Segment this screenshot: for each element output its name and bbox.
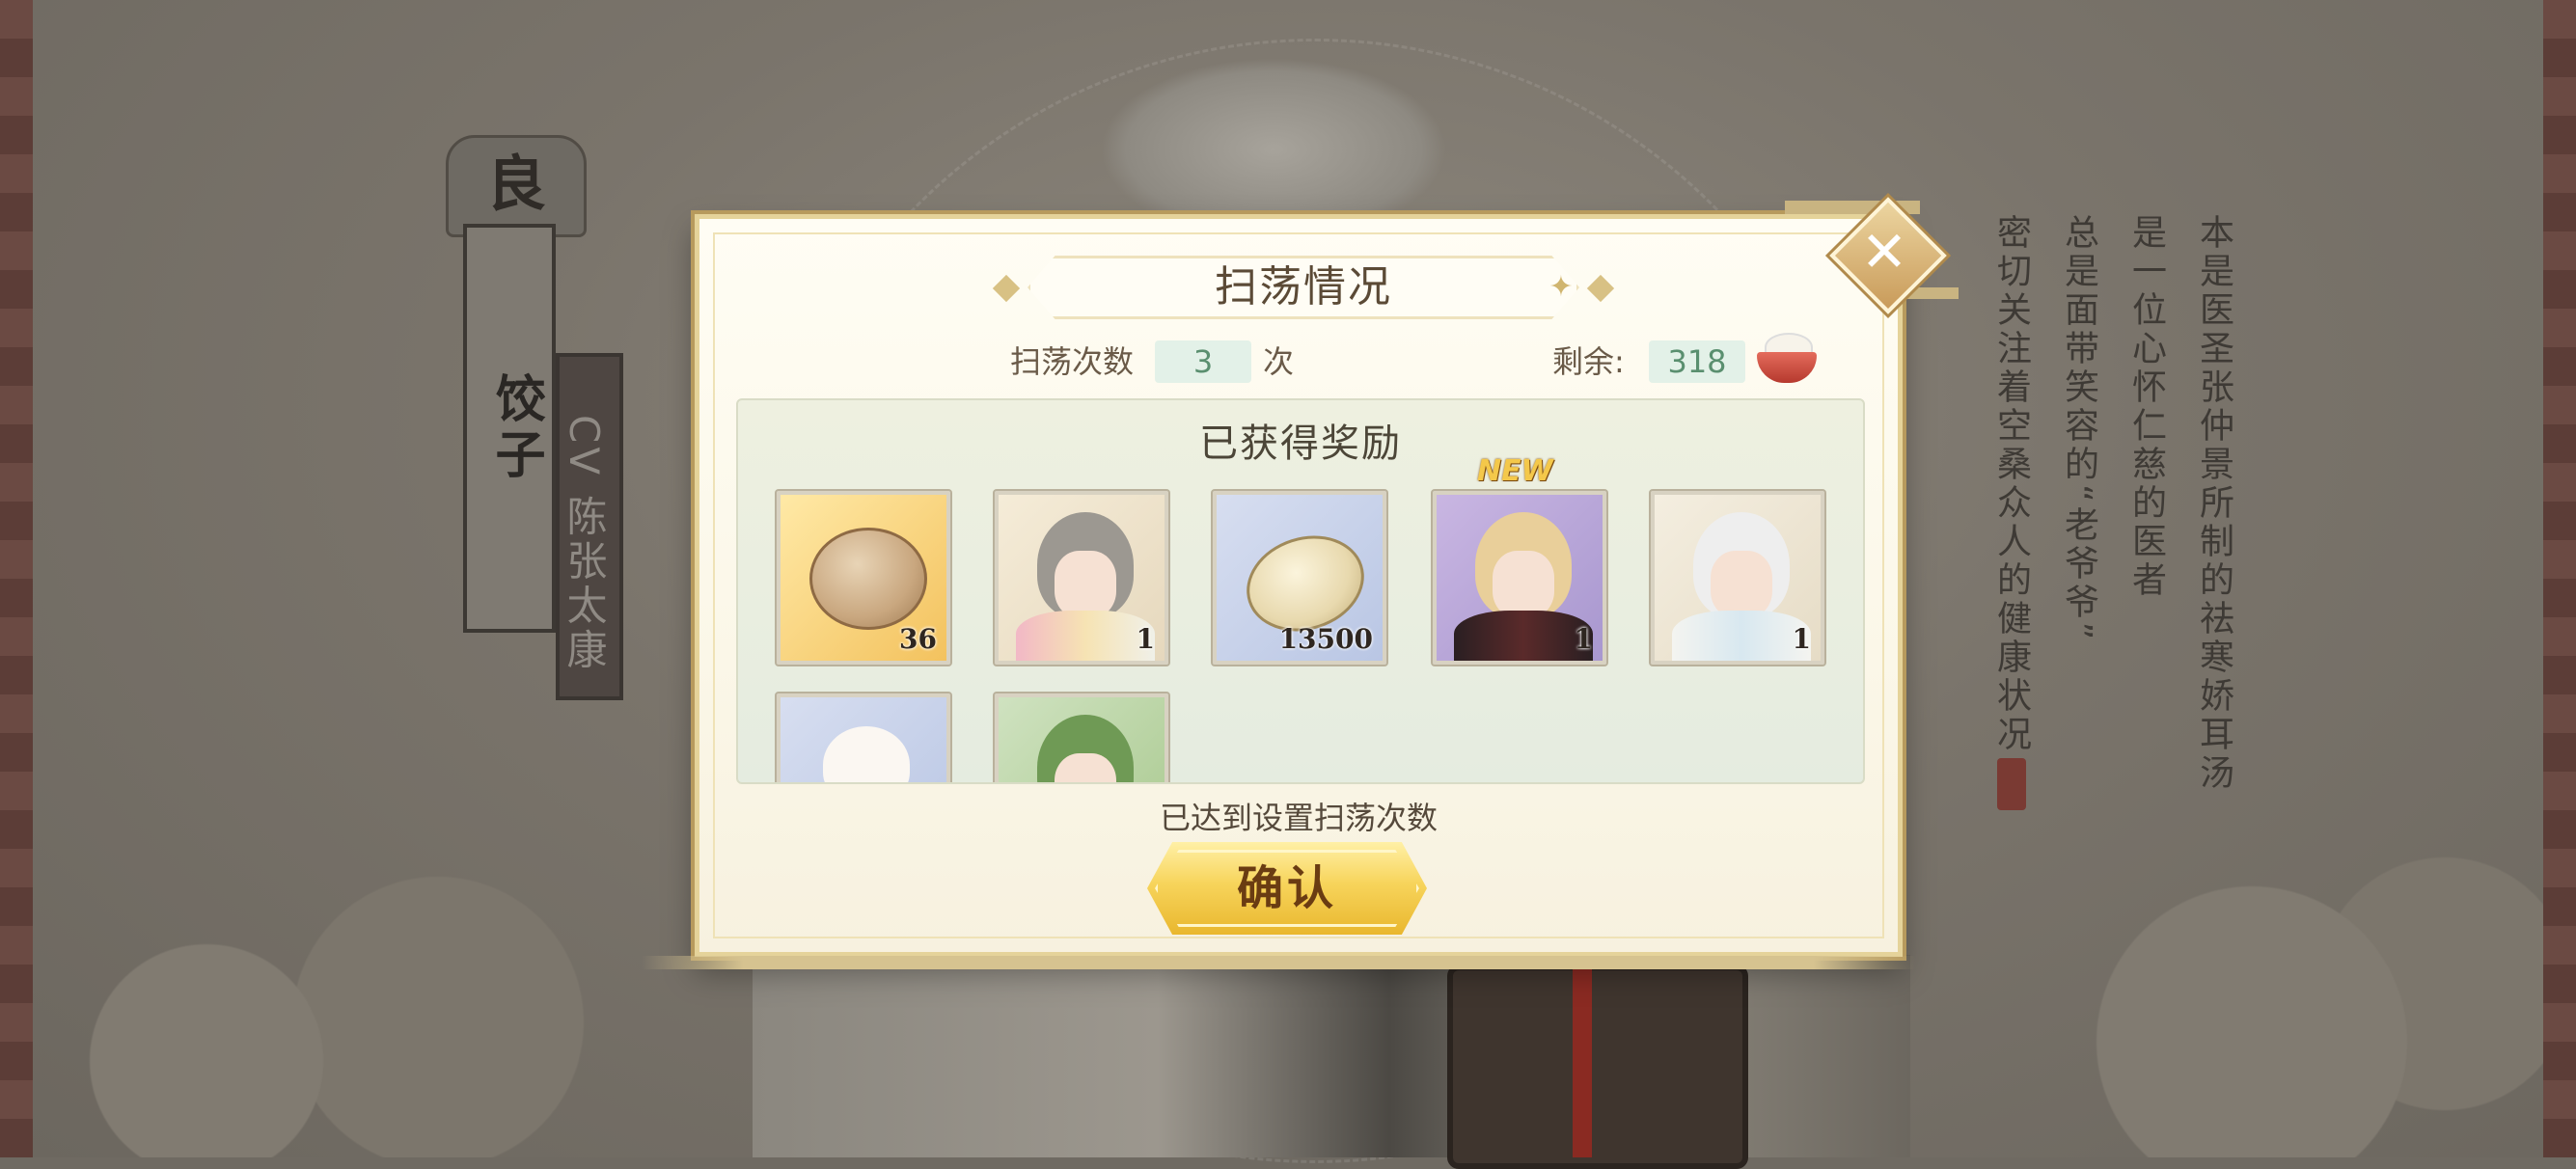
- reward-count: 1: [1574, 623, 1593, 655]
- sweep-status-text: 已达到设置扫荡次数: [1159, 800, 1438, 836]
- rice-bowl-icon: [1757, 331, 1817, 385]
- cv-label: CV 陈张太康: [561, 415, 608, 673]
- reward-item-green-hair-portrait[interactable]: [993, 692, 1170, 782]
- suitcase-rope: [1573, 965, 1592, 1157]
- description-line-3: 总是面带笑容的“老爷爷”: [2059, 214, 2098, 644]
- dialog-title: 扫荡情况: [1215, 262, 1392, 312]
- dialog-title-plate: ✦ 扫荡情况 ✦: [989, 256, 1618, 319]
- coin-icon: [809, 528, 927, 630]
- reward-item-white-hair-portrait[interactable]: 1: [1649, 489, 1826, 666]
- remaining-label: 剩余:: [1552, 343, 1625, 380]
- reward-item-blonde-portrait[interactable]: 1: [1431, 489, 1608, 666]
- right-ornament-border: [2543, 0, 2576, 1157]
- sweep-count-value: 3: [1155, 340, 1251, 383]
- title-right-sparkle-icon: ✦: [1548, 270, 1574, 304]
- character-rank-badge: 良: [446, 135, 587, 237]
- reward-count: 36: [899, 623, 937, 655]
- seal-stamp-icon: [1997, 758, 2026, 810]
- confirm-button[interactable]: 确认: [1147, 842, 1427, 935]
- description-line-2: 是一位心怀仁慈的医者: [2126, 214, 2166, 600]
- character-name-plate: 饺子: [463, 224, 556, 633]
- close-icon: ✕: [1860, 219, 1908, 285]
- description-line-4: 密切关注着空桑众人的健康状况: [1991, 214, 2031, 754]
- reward-count: 13500: [1278, 623, 1373, 655]
- reward-count: 1: [1792, 623, 1811, 655]
- rewards-title: 已获得奖励: [1199, 421, 1402, 466]
- suitcase-icon: [1447, 965, 1748, 1169]
- sweep-result-dialog: ✦ 扫荡情况 ✦ 扫荡次数 3 次 剩余: 318 已获得奖励 36 1 135…: [642, 214, 1915, 969]
- confirm-button-label: 确认: [1236, 861, 1337, 915]
- rewards-panel[interactable]: 已获得奖励 36 1 13500 1 NEW 1: [736, 398, 1865, 784]
- title-right-diamond: [1586, 274, 1615, 303]
- title-left-diamond: [992, 274, 1021, 303]
- remaining-value: 318: [1649, 340, 1745, 383]
- reward-item-shell[interactable]: 13500: [1211, 489, 1388, 666]
- reward-count: 1: [1136, 623, 1155, 655]
- sweep-count-label: 扫荡次数: [1010, 343, 1135, 380]
- character-name: 饺子: [486, 372, 544, 484]
- reward-item-pet[interactable]: [775, 692, 952, 782]
- reward-item-girl-portrait[interactable]: 1: [993, 489, 1170, 666]
- sweep-count-unit: 次: [1263, 343, 1295, 380]
- close-button[interactable]: ✕: [1829, 197, 1947, 314]
- reward-item-coin[interactable]: 36: [775, 489, 952, 666]
- left-ornament-border: [0, 0, 33, 1157]
- dialog-bottom-ribbon: [642, 956, 1915, 969]
- new-badge: NEW: [1477, 454, 1553, 488]
- cv-plate: CV 陈张太康: [556, 353, 623, 700]
- description-line-1: 本是医圣张仲景所制的祛寒娇耳汤: [2194, 214, 2233, 793]
- pet-icon: [823, 726, 910, 782]
